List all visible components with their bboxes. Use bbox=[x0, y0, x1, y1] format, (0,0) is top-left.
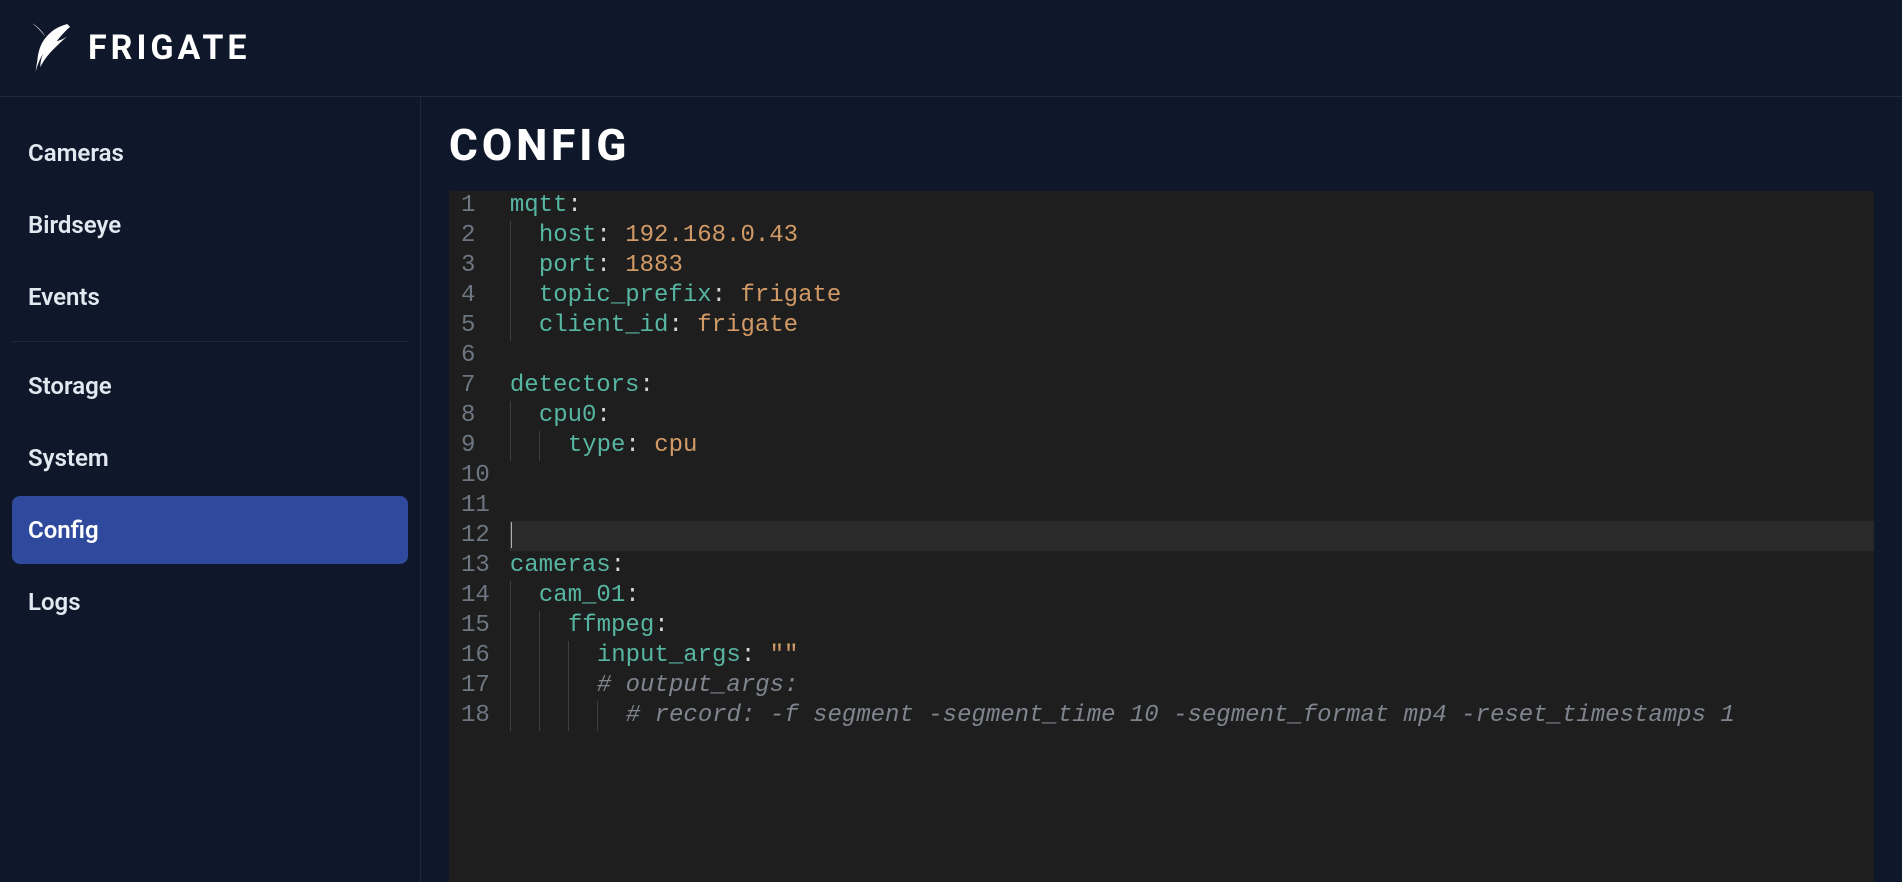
code-line[interactable]: cpu0: bbox=[510, 401, 1874, 431]
sidebar-item-logs[interactable]: Logs bbox=[12, 568, 408, 636]
line-number: 2 bbox=[461, 221, 490, 251]
app-title: FRIGATE bbox=[88, 28, 251, 68]
line-number: 1 bbox=[461, 191, 490, 221]
code-line[interactable]: type: cpu bbox=[510, 431, 1874, 461]
code-line[interactable]: port: 1883 bbox=[510, 251, 1874, 281]
line-number: 9 bbox=[461, 431, 490, 461]
editor-gutter: 123456789101112131415161718 bbox=[449, 191, 510, 882]
line-number: 14 bbox=[461, 581, 490, 611]
code-line[interactable]: mqtt: bbox=[510, 191, 1874, 221]
editor-code[interactable]: mqtt:host: 192.168.0.43port: 1883topic_p… bbox=[510, 191, 1874, 882]
sidebar-item-birdseye[interactable]: Birdseye bbox=[12, 191, 408, 259]
sidebar-item-storage[interactable]: Storage bbox=[12, 352, 408, 420]
code-line[interactable]: ffmpeg: bbox=[510, 611, 1874, 641]
code-line[interactable]: # output_args: bbox=[510, 671, 1874, 701]
code-line[interactable]: client_id: frigate bbox=[510, 311, 1874, 341]
line-number: 10 bbox=[461, 461, 490, 491]
line-number: 13 bbox=[461, 551, 490, 581]
line-number: 12 bbox=[461, 521, 490, 551]
sidebar-item-config[interactable]: Config bbox=[12, 496, 408, 564]
frigate-logo-icon bbox=[24, 19, 72, 77]
line-number: 15 bbox=[461, 611, 490, 641]
line-number: 7 bbox=[461, 371, 490, 401]
code-line[interactable]: # record: -f segment -segment_time 10 -s… bbox=[510, 701, 1874, 731]
app-header: FRIGATE bbox=[0, 0, 1902, 97]
line-number: 6 bbox=[461, 341, 490, 371]
code-line[interactable]: input_args: "" bbox=[510, 641, 1874, 671]
config-editor[interactable]: 123456789101112131415161718 mqtt:host: 1… bbox=[449, 191, 1874, 882]
code-line[interactable]: cam_01: bbox=[510, 581, 1874, 611]
code-line[interactable]: cameras: bbox=[510, 551, 1874, 581]
line-number: 17 bbox=[461, 671, 490, 701]
code-line[interactable]: topic_prefix: frigate bbox=[510, 281, 1874, 311]
code-line[interactable] bbox=[510, 341, 1874, 371]
code-line[interactable] bbox=[510, 521, 1874, 551]
line-number: 4 bbox=[461, 281, 490, 311]
line-number: 3 bbox=[461, 251, 490, 281]
sidebar-item-cameras[interactable]: Cameras bbox=[12, 119, 408, 187]
code-line[interactable]: host: 192.168.0.43 bbox=[510, 221, 1874, 251]
line-number: 5 bbox=[461, 311, 490, 341]
page-title: CONFIG bbox=[449, 119, 1874, 171]
main-content: CONFIG 123456789101112131415161718 mqtt:… bbox=[421, 97, 1902, 882]
code-line[interactable] bbox=[510, 491, 1874, 521]
sidebar-item-events[interactable]: Events bbox=[12, 263, 408, 331]
line-number: 11 bbox=[461, 491, 490, 521]
sidebar: CamerasBirdseyeEvents StorageSystemConfig… bbox=[0, 97, 421, 882]
line-number: 8 bbox=[461, 401, 490, 431]
line-number: 16 bbox=[461, 641, 490, 671]
sidebar-item-system[interactable]: System bbox=[12, 424, 408, 492]
code-line[interactable] bbox=[510, 461, 1874, 491]
code-line[interactable]: detectors: bbox=[510, 371, 1874, 401]
line-number: 18 bbox=[461, 701, 490, 731]
